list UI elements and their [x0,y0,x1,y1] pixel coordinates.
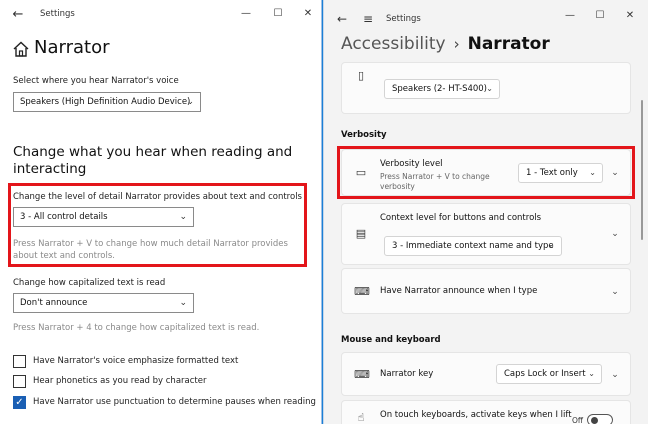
narrator-key-title: Narrator key [380,369,434,379]
maximize-icon[interactable]: ☐ [592,8,608,24]
checkbox-box[interactable] [13,375,26,388]
voice-output-card: ▯ Speakers (2- HT-S400) ⌄ [341,62,631,114]
close-icon[interactable]: ✕ [622,8,638,24]
keyboard-icon: ⌨ [354,285,370,298]
toggle-knob [591,417,598,424]
minimize-icon[interactable]: — [238,6,254,22]
chevron-down-icon: ⌄ [186,97,194,107]
narrator-key-card[interactable]: ⌨ Narrator key Caps Lock or Insert ⌄ ⌄ [341,352,631,396]
context-level-value: 3 - Immediate context name and type [392,241,554,251]
chevron-down-icon[interactable]: ⌄ [608,285,622,299]
settings-window-win10: ← Settings — ☐ ✕ Narrator Select where y… [0,0,322,424]
checkmark-icon[interactable]: ✓ [13,396,26,409]
app-title: Settings [40,9,75,19]
section-title: Change what you hear when reading and in… [13,144,293,177]
app-title: Settings [386,14,421,24]
page-title: Narrator [34,37,110,58]
speaker-icon: ▯ [357,69,365,82]
back-arrow-icon[interactable]: ← [10,7,26,23]
checkbox-label: Have Narrator's voice emphasize formatte… [33,356,239,366]
mouse-keyboard-section-label: Mouse and keyboard [341,335,441,345]
checkbox-label: Have Narrator use punctuation to determi… [33,397,316,407]
chevron-down-icon: ⌄ [548,241,555,250]
scrollbar[interactable] [641,100,643,240]
announce-typing-card[interactable]: ⌨ Have Narrator announce when I type ⌄ [341,268,631,314]
capitalization-label: Change how capitalized text is read [13,278,166,288]
maximize-icon[interactable]: ☐ [270,6,286,22]
narrator-key-value: Caps Lock or Insert [504,369,586,379]
announce-typing-title: Have Narrator announce when I type [380,286,538,296]
title-bar: ← Settings — ☐ ✕ [0,0,321,30]
hamburger-menu-icon[interactable]: ≡ [360,12,376,26]
chevron-down-icon: ⌄ [588,369,595,378]
chevron-down-icon: ⌄ [179,298,187,308]
capitalization-dropdown[interactable]: Don't announce ⌄ [13,293,194,313]
narrator-key-dropdown[interactable]: Caps Lock or Insert ⌄ [496,364,602,384]
voice-output-dropdown[interactable]: Speakers (High Definition Audio Device) … [13,92,201,112]
checkbox-label: Hear phonetics as you read by character [33,376,207,386]
context-level-title: Context level for buttons and controls [380,213,542,223]
breadcrumb-separator: › [453,35,460,53]
minimize-icon[interactable]: — [562,8,578,24]
highlight-box [337,146,635,199]
voice-output-label: Select where you hear Narrator's voice [13,76,179,86]
touch-icon: ☝ [357,411,365,424]
close-icon[interactable]: ✕ [300,6,316,22]
chevron-down-icon: ⌄ [486,84,493,93]
touch-keyboard-title: On touch keyboards, activate keys when I… [380,410,572,420]
breadcrumb-accessibility[interactable]: Accessibility [341,34,446,54]
settings-window-win11: ← ≡ Settings — ☐ ✕ Accessibility › Narrato… [323,0,648,424]
breadcrumb-narrator: Narrator [467,34,550,54]
context-level-dropdown[interactable]: 3 - Immediate context name and type ⌄ [384,236,562,256]
voice-output-value: Speakers (High Definition Audio Device) [20,97,191,107]
chevron-down-icon[interactable]: ⌄ [608,227,622,241]
capitalization-value: Don't announce [20,298,88,308]
back-arrow-icon[interactable]: ← [334,11,350,27]
keyboard-icon: ⌨ [354,368,370,381]
verbosity-section-label: Verbosity [341,130,387,140]
toggle-state-label: Off [572,416,584,424]
touch-keyboard-toggle[interactable] [587,414,613,424]
breadcrumb: Accessibility › Narrator [341,34,550,58]
speakers-dropdown[interactable]: Speakers (2- HT-S400) ⌄ [384,79,500,99]
capitalization-hint: Press Narrator + 4 to change how capital… [13,323,260,333]
speakers-value: Speakers (2- HT-S400) [392,84,488,94]
home-icon [13,41,29,57]
chevron-down-icon[interactable]: ⌄ [608,368,622,382]
document-icon: ▤ [355,227,367,240]
highlight-box [8,183,307,267]
checkbox-box[interactable] [13,355,26,368]
context-level-card[interactable]: ▤ Context level for buttons and controls… [341,203,631,265]
